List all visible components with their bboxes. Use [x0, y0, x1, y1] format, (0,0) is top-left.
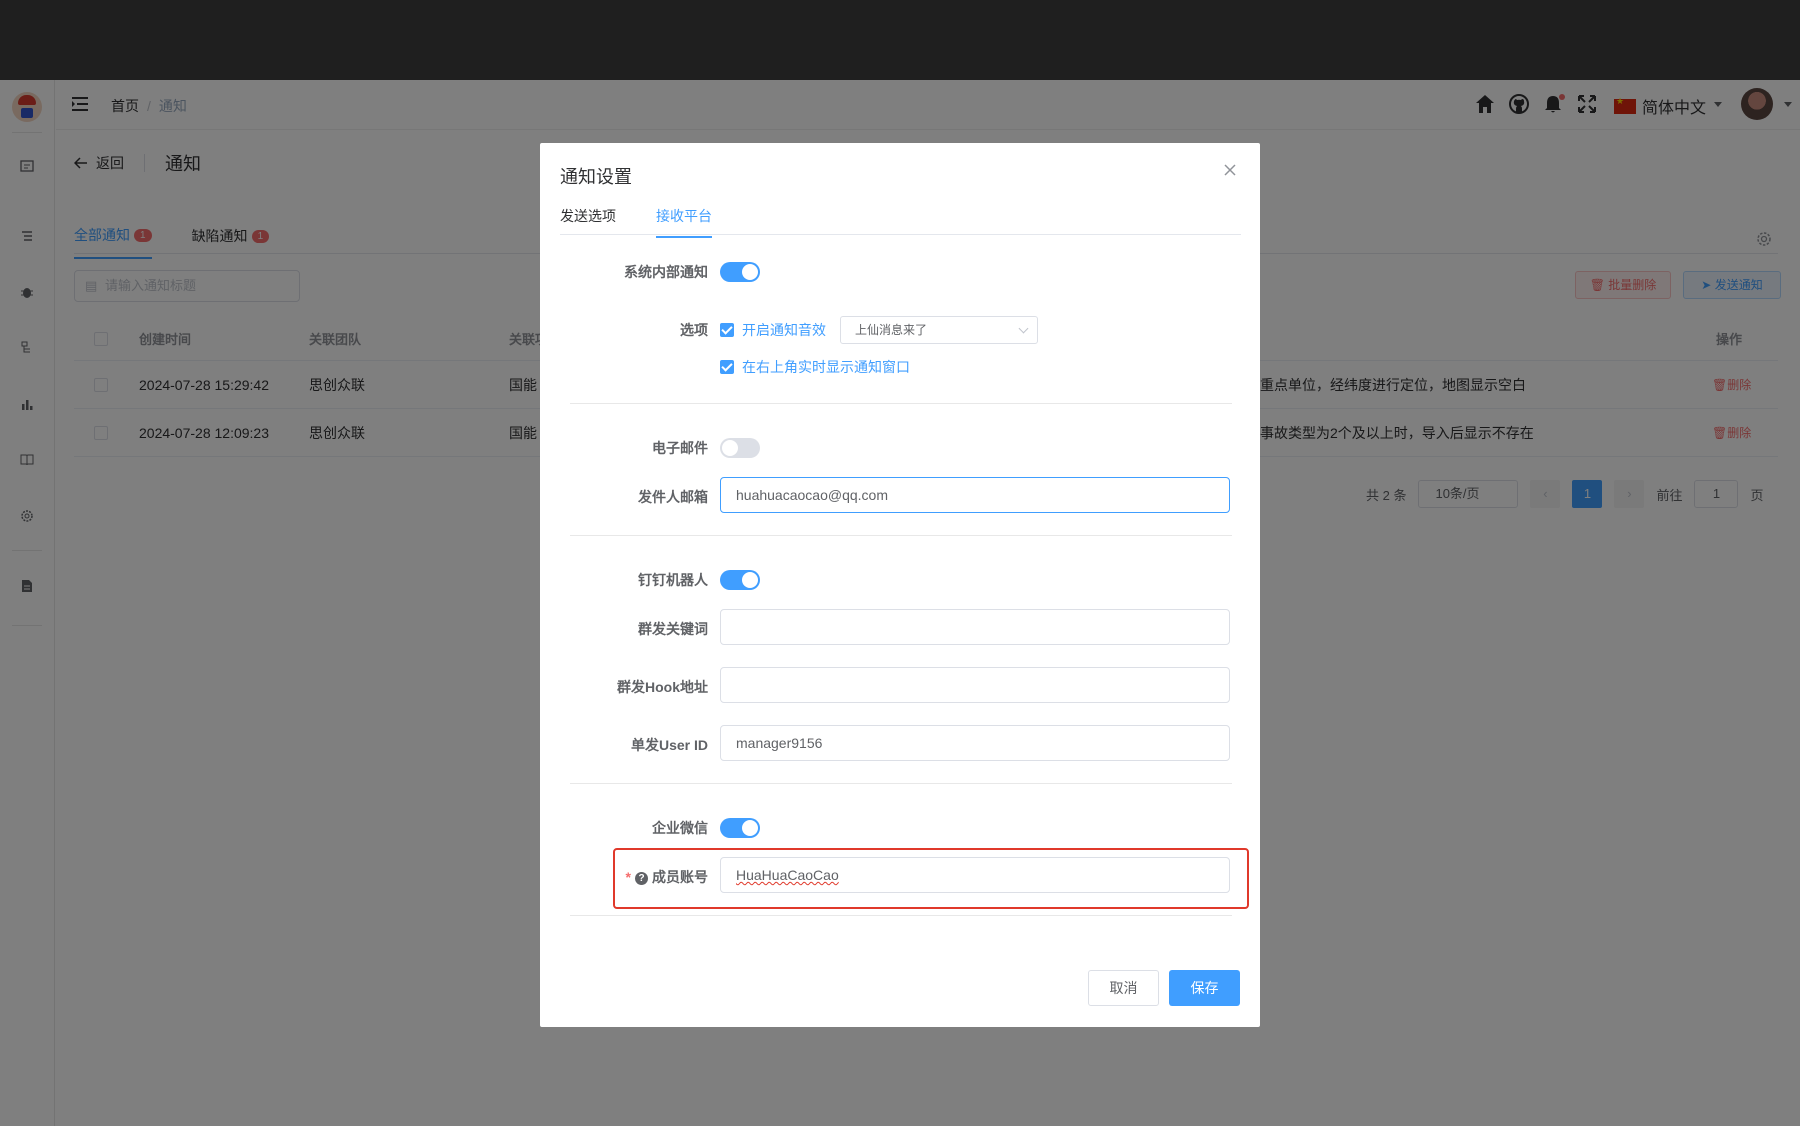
keyword-input[interactable] — [720, 609, 1230, 645]
sound-checkbox[interactable]: 开启通知音效 — [720, 321, 826, 338]
sender-email-input[interactable]: huahuacaocao@qq.com — [720, 477, 1230, 513]
required-mark: * — [625, 869, 631, 885]
sound-label: 开启通知音效 — [742, 322, 826, 338]
dingtalk-label: 钉钉机器人 — [638, 572, 708, 588]
hook-url-input[interactable] — [720, 667, 1230, 703]
sender-label: 发件人邮箱 — [638, 489, 708, 505]
chevron-down-icon — [1018, 323, 1029, 334]
member-label: *? 成员账号 — [626, 867, 708, 887]
cancel-button[interactable]: 取消 — [1088, 970, 1159, 1006]
email-label: 电子邮件 — [652, 440, 708, 456]
sound-select[interactable]: 上仙消息来了 — [840, 316, 1038, 344]
member-label-text: 成员账号 — [652, 869, 708, 885]
keyword-label: 群发关键词 — [638, 621, 708, 637]
member-account-value: HuaHuaCaoCao — [736, 867, 839, 883]
checkbox-checked-icon — [720, 360, 734, 374]
userid-input[interactable]: manager9156 — [720, 725, 1230, 761]
userid-label: 单发User ID — [630, 737, 708, 753]
section-divider — [570, 915, 1232, 916]
member-account-input[interactable]: HuaHuaCaoCao — [720, 857, 1230, 893]
internal-label: 系统内部通知 — [624, 264, 708, 280]
wecom-toggle[interactable] — [720, 818, 760, 838]
hook-label: 群发Hook地址 — [617, 679, 708, 695]
dingtalk-toggle[interactable] — [720, 570, 760, 590]
internal-toggle[interactable] — [720, 262, 760, 282]
notification-settings-dialog: 通知设置 发送选项 接收平台 系统内部通知 选项 开启通知音效 上仙消息来了 在… — [540, 143, 1260, 1027]
checkbox-checked-icon — [720, 323, 734, 337]
save-button[interactable]: 保存 — [1169, 970, 1240, 1006]
dialog-title: 通知设置 — [560, 167, 632, 187]
wecom-label: 企业微信 — [652, 820, 708, 836]
section-divider — [570, 783, 1232, 784]
popup-checkbox[interactable]: 在右上角实时显示通知窗口 — [720, 357, 910, 377]
close-icon[interactable] — [1223, 163, 1239, 179]
section-divider — [570, 535, 1232, 536]
dialog-tabs-divider — [560, 234, 1241, 235]
sound-select-value: 上仙消息来了 — [855, 323, 928, 337]
options-label: 选项 — [680, 322, 708, 338]
email-toggle[interactable] — [720, 438, 760, 458]
popup-label: 在右上角实时显示通知窗口 — [742, 359, 910, 375]
question-circle-icon[interactable]: ? — [635, 872, 648, 885]
window-top-bar — [0, 0, 1800, 80]
section-divider — [570, 403, 1232, 404]
